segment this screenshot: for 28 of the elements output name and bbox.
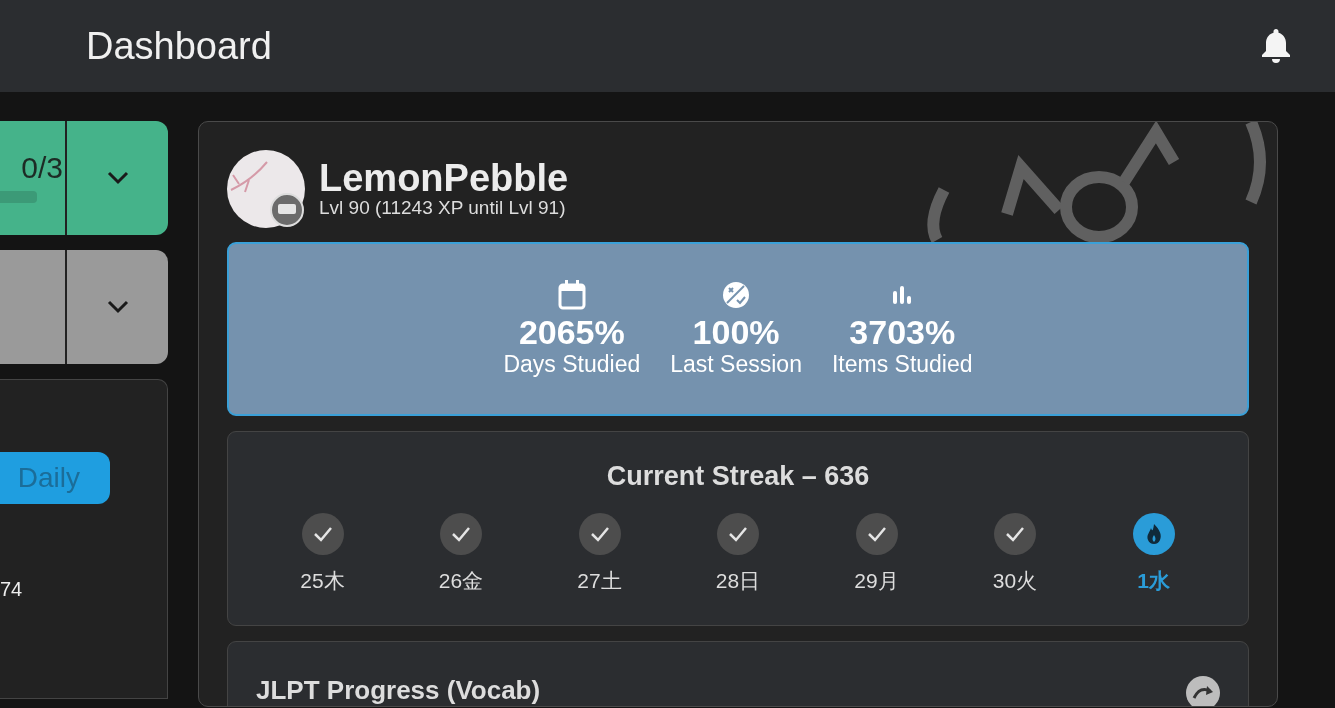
stat-value: 74 — [0, 577, 23, 602]
bar-chart-icon — [892, 284, 913, 305]
day-label: 27土 — [577, 567, 622, 594]
chevron-down-icon[interactable] — [106, 171, 129, 185]
jlpt-title: JLPT Progress (Vocab) — [256, 676, 541, 705]
day-label: 1水 — [1137, 567, 1170, 594]
streak-title: Current Streak – 636 — [605, 460, 871, 493]
level-text: Lvl 90 (11243 XP until Lvl 91) — [319, 196, 567, 220]
page-title: Dashboard — [86, 23, 272, 69]
goal-button[interactable]: 0/3 — [0, 121, 168, 235]
day-label: 25木 — [300, 567, 345, 594]
goal-count: 0/3 — [21, 153, 63, 183]
stat-label: Items Studied — [831, 350, 973, 379]
username: LemonPebble — [319, 158, 569, 197]
calendar-icon — [557, 279, 586, 310]
bell-icon[interactable] — [1261, 29, 1291, 63]
stat-label: Days Studied — [503, 350, 641, 379]
refresh-icon[interactable] — [1186, 676, 1220, 706]
day-label: 26金 — [438, 567, 484, 594]
day-label: 28日 — [715, 567, 761, 594]
stat-value: 2065% — [518, 313, 625, 351]
check-cross-icon — [722, 280, 751, 309]
chevron-down-icon[interactable] — [106, 300, 129, 314]
stat-label: Last Session — [670, 350, 802, 379]
stat-value: 3703% — [849, 313, 956, 351]
stat-value: 100% — [692, 313, 780, 351]
day-label: 29月 — [854, 567, 899, 594]
day-label: 30火 — [992, 567, 1038, 594]
